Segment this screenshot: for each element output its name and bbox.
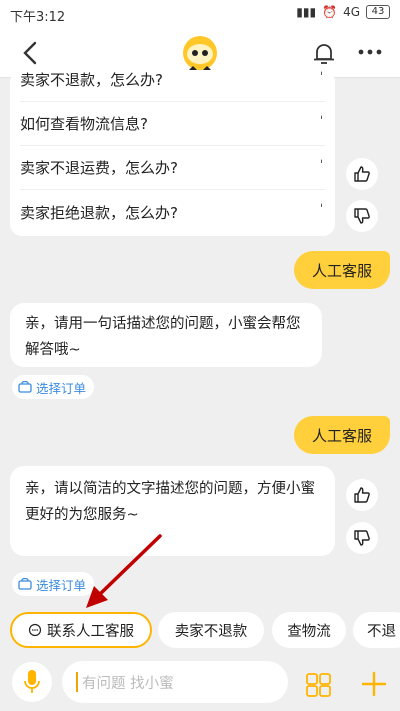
status-bar: 下午3:12 ▮▮▮ ⏰ 4G 43 <box>0 0 400 28</box>
quick-reply-chip[interactable]: 联系人工客服 <box>10 612 152 648</box>
thumbs-down-button[interactable] <box>346 522 378 554</box>
thumbs-down-icon <box>354 530 370 546</box>
quick-reply-chip[interactable]: 查物流 <box>272 612 346 648</box>
input-bar: 有问题 找小蜜 <box>0 656 400 711</box>
chevron-right-icon: ˈ <box>319 202 323 216</box>
select-order-button[interactable]: 选择订单 <box>12 572 95 596</box>
thumbs-up-button[interactable] <box>346 479 378 511</box>
thumbs-up-button[interactable] <box>346 158 378 190</box>
select-order-button[interactable]: 选择订单 <box>12 375 95 399</box>
chevron-right-icon: ˈ <box>319 114 323 128</box>
faq-item[interactable]: 卖家不退款，怎么办? ˈ <box>20 70 325 102</box>
thumbs-up-icon <box>354 166 370 182</box>
quick-reply-bar: 联系人工客服 卖家不退款 查物流 不退 <box>0 608 400 652</box>
emoji-icon[interactable] <box>305 672 333 698</box>
more-dots-icon[interactable] <box>356 42 384 62</box>
faq-item-text: 卖家不退款，怎么办? <box>20 71 163 89</box>
status-icons: ▮▮▮ ⏰ 4G 43 <box>296 5 390 19</box>
bag-icon <box>18 578 32 590</box>
status-time: 下午3:12 <box>10 10 66 25</box>
user-message: 人工客服 <box>294 416 390 454</box>
select-order-label: 选择订单 <box>36 577 87 593</box>
bot-message: 亲，请用一句话描述您的问题，小蜜会帮您解答哦~ <box>10 303 322 367</box>
bee-mascot-icon <box>183 36 217 70</box>
alarm-icon: ⏰ <box>322 5 338 19</box>
message-input[interactable]: 有问题 找小蜜 <box>62 661 288 703</box>
text-cursor <box>76 672 78 692</box>
network-label: 4G <box>343 5 360 19</box>
faq-item-text: 卖家不退运费，怎么办? <box>20 159 178 177</box>
battery-icon: 43 <box>366 5 390 19</box>
input-placeholder: 有问题 找小蜜 <box>82 675 174 692</box>
bag-icon <box>18 381 32 393</box>
quick-reply-label: 联系人工客服 <box>47 623 134 640</box>
faq-item-text: 如何查看物流信息? <box>20 115 148 133</box>
thumbs-down-button[interactable] <box>346 200 378 232</box>
bell-icon[interactable] <box>312 40 336 66</box>
thumbs-down-icon <box>354 208 370 224</box>
faq-item-text: 卖家拒绝退款，怎么办? <box>20 203 178 222</box>
thumbs-up-icon <box>354 487 370 503</box>
microphone-icon <box>24 670 40 693</box>
quick-reply-label: 不退 <box>367 623 396 640</box>
quick-reply-label: 卖家不退款 <box>174 623 248 640</box>
plus-icon[interactable] <box>360 670 388 698</box>
quick-reply-chip[interactable]: 卖家不退款 <box>158 612 264 648</box>
signal-icon: ▮▮▮ <box>296 5 317 19</box>
chevron-right-icon: ˈ <box>319 158 323 172</box>
faq-item[interactable]: 卖家拒绝退款，怎么办? ˈ <box>20 190 325 234</box>
bot-message: 亲，请以简洁的文字描述您的问题，方便小蜜更好的为您服务~ <box>10 466 335 556</box>
back-arrow-icon[interactable] <box>16 38 46 68</box>
select-order-label: 选择订单 <box>36 380 87 396</box>
chevron-right-icon: ˈ <box>319 70 323 84</box>
quick-reply-label: 查物流 <box>287 623 331 640</box>
faq-item[interactable]: 卖家不退运费，怎么办? ˈ <box>20 146 325 190</box>
quick-reply-chip[interactable]: 不退 <box>353 612 400 648</box>
voice-button[interactable] <box>12 662 52 702</box>
faq-card: 卖家不退款，怎么办? ˈ 如何查看物流信息? ˈ 卖家不退运费，怎么办? ˈ 卖… <box>10 70 335 236</box>
user-message: 人工客服 <box>294 251 390 289</box>
chat-bubble-icon <box>28 623 42 637</box>
faq-item[interactable]: 如何查看物流信息? ˈ <box>20 102 325 146</box>
